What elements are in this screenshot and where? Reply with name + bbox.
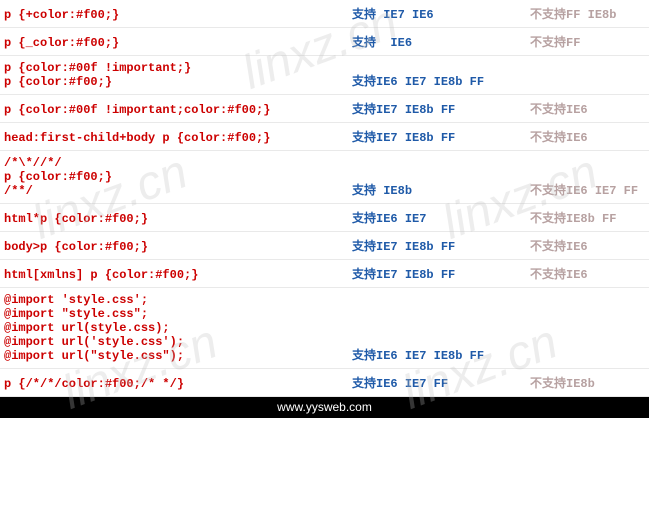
table-row: body>p {color:#f00;}支持IE7 IE8b FF不支持IE6 — [0, 232, 649, 260]
nosupport-value: IE8b FF — [566, 212, 616, 226]
support-label: 支持 — [352, 267, 376, 281]
support-label: 支持 — [352, 211, 376, 225]
support-cell: 支持 IE8b — [348, 151, 526, 204]
nosupport-cell: 不支持IE8b — [526, 369, 649, 397]
support-value: IE6 IE7 IE8b FF — [376, 349, 484, 363]
support-value: IE7 IE8b FF — [376, 268, 455, 282]
nosupport-label: 不支持 — [530, 239, 566, 253]
nosupport-cell — [526, 288, 649, 369]
code-cell: head:first-child+body p {color:#f00;} — [0, 123, 348, 151]
nosupport-cell: 不支持IE6 — [526, 123, 649, 151]
nosupport-label: 不支持 — [530, 183, 566, 197]
table-row: p {color:#00f !important;} p {color:#f00… — [0, 56, 649, 95]
nosupport-value: IE6 — [566, 240, 588, 254]
nosupport-cell: 不支持IE6 — [526, 95, 649, 123]
nosupport-label: 不支持 — [530, 7, 566, 21]
css-hack-table: p {+color:#f00;}支持 IE7 IE6不支持FF IE8bp {_… — [0, 0, 649, 397]
table-row: p {color:#00f !important;color:#f00;}支持I… — [0, 95, 649, 123]
code-cell: p {_color:#f00;} — [0, 28, 348, 56]
support-label: 支持 — [352, 7, 376, 21]
nosupport-label: 不支持 — [530, 35, 566, 49]
support-value: IE6 IE7 FF — [376, 377, 448, 391]
nosupport-value: FF IE8b — [566, 8, 616, 22]
nosupport-label: 不支持 — [530, 130, 566, 144]
support-value: IE6 IE7 IE8b FF — [376, 75, 484, 89]
code-cell: html[xmlns] p {color:#f00;} — [0, 260, 348, 288]
code-cell: p {color:#00f !important;color:#f00;} — [0, 95, 348, 123]
nosupport-label: 不支持 — [530, 267, 566, 281]
support-label: 支持 — [352, 239, 376, 253]
footer-url: www.yysweb.com — [0, 397, 649, 418]
nosupport-value: IE8b — [566, 377, 595, 391]
table-row: p {+color:#f00;}支持 IE7 IE6不支持FF IE8b — [0, 0, 649, 28]
support-value: IE7 IE6 — [376, 8, 434, 22]
nosupport-cell — [526, 56, 649, 95]
support-value: IE6 IE7 — [376, 212, 426, 226]
nosupport-value: IE6 — [566, 103, 588, 117]
table-row: p {/*/*/color:#f00;/* */}支持IE6 IE7 FF不支持… — [0, 369, 649, 397]
support-label: 支持 — [352, 348, 376, 362]
support-cell: 支持IE6 IE7 FF — [348, 369, 526, 397]
table-row: head:first-child+body p {color:#f00;}支持I… — [0, 123, 649, 151]
nosupport-cell: 不支持IE8b FF — [526, 204, 649, 232]
nosupport-cell: 不支持IE6 — [526, 232, 649, 260]
table-row: html*p {color:#f00;}支持IE6 IE7不支持IE8b FF — [0, 204, 649, 232]
support-label: 支持 — [352, 35, 376, 49]
nosupport-cell: 不支持IE6 IE7 FF — [526, 151, 649, 204]
nosupport-cell: 不支持IE6 — [526, 260, 649, 288]
nosupport-value: IE6 — [566, 131, 588, 145]
table-row: html[xmlns] p {color:#f00;}支持IE7 IE8b FF… — [0, 260, 649, 288]
support-label: 支持 — [352, 376, 376, 390]
nosupport-label: 不支持 — [530, 376, 566, 390]
support-value: IE7 IE8b FF — [376, 240, 455, 254]
support-label: 支持 — [352, 183, 376, 197]
code-cell: p {/*/*/color:#f00;/* */} — [0, 369, 348, 397]
support-cell: 支持IE6 IE7 IE8b FF — [348, 56, 526, 95]
support-label: 支持 — [352, 130, 376, 144]
nosupport-label: 不支持 — [530, 102, 566, 116]
nosupport-value: IE6 IE7 FF — [566, 184, 638, 198]
support-value: IE7 IE8b FF — [376, 131, 455, 145]
table-row: p {_color:#f00;}支持 IE6不支持FF — [0, 28, 649, 56]
nosupport-cell: 不支持FF IE8b — [526, 0, 649, 28]
nosupport-value: IE6 — [566, 268, 588, 282]
support-cell: 支持 IE6 — [348, 28, 526, 56]
support-value: IE7 IE8b FF — [376, 103, 455, 117]
code-cell: body>p {color:#f00;} — [0, 232, 348, 260]
table-row: /*\*//*/ p {color:#f00;} /**/支持 IE8b不支持I… — [0, 151, 649, 204]
support-cell: 支持IE7 IE8b FF — [348, 95, 526, 123]
support-cell: 支持 IE7 IE6 — [348, 0, 526, 28]
code-cell: /*\*//*/ p {color:#f00;} /**/ — [0, 151, 348, 204]
support-label: 支持 — [352, 102, 376, 116]
code-cell: p {+color:#f00;} — [0, 0, 348, 28]
support-value: IE8b — [376, 184, 412, 198]
code-cell: html*p {color:#f00;} — [0, 204, 348, 232]
support-cell: 支持IE7 IE8b FF — [348, 260, 526, 288]
nosupport-value: FF — [566, 36, 580, 50]
support-cell: 支持IE6 IE7 IE8b FF — [348, 288, 526, 369]
table-row: @import 'style.css'; @import "style.css"… — [0, 288, 649, 369]
support-label: 支持 — [352, 74, 376, 88]
code-cell: @import 'style.css'; @import "style.css"… — [0, 288, 348, 369]
nosupport-label: 不支持 — [530, 211, 566, 225]
support-cell: 支持IE7 IE8b FF — [348, 123, 526, 151]
support-value: IE6 — [376, 36, 412, 50]
nosupport-cell: 不支持FF — [526, 28, 649, 56]
code-cell: p {color:#00f !important;} p {color:#f00… — [0, 56, 348, 95]
support-cell: 支持IE6 IE7 — [348, 204, 526, 232]
support-cell: 支持IE7 IE8b FF — [348, 232, 526, 260]
